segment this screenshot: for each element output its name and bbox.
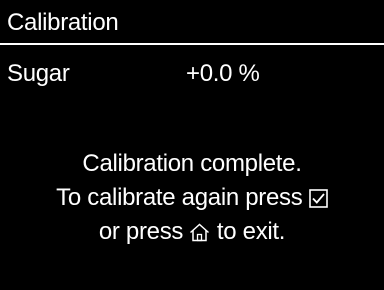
calibration-message: Calibration complete. To calibrate again…: [0, 147, 384, 249]
calibration-screen: Calibration Sugar +0.0 % Calibration com…: [0, 0, 384, 290]
home-icon: [189, 223, 210, 242]
checkbox-checked-icon: [309, 189, 328, 208]
title-bar: Calibration: [0, 0, 384, 45]
page-title: Calibration: [7, 9, 119, 36]
message-line-exit: or press to exit.: [0, 215, 384, 249]
sugar-label: Sugar: [7, 60, 70, 87]
sugar-reading-row: Sugar +0.0 %: [0, 60, 384, 92]
message-line-calibrate-again: To calibrate again press: [0, 181, 384, 215]
message-line-complete: Calibration complete.: [82, 150, 302, 177]
message-or-press-text: or press: [98, 218, 184, 245]
message-calibrate-again-text: To calibrate again press: [56, 184, 303, 211]
message-to-exit-text: to exit.: [216, 218, 286, 245]
sugar-value: +0.0 %: [186, 60, 260, 87]
